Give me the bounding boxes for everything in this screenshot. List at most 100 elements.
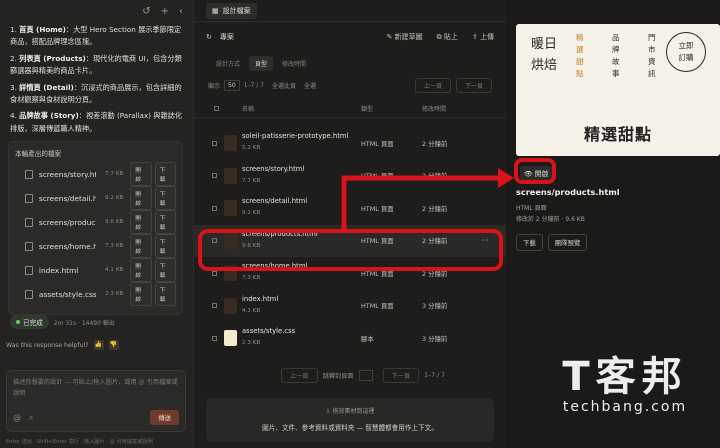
file-thumbnail-icon [224, 167, 237, 184]
download-file-button[interactable]: 下載 [154, 186, 177, 211]
file-name: index.html [38, 265, 79, 275]
thumbs-up-icon[interactable]: 👍 [93, 340, 104, 350]
page-size-select[interactable]: 50 [224, 79, 240, 91]
project-label: 專案 [219, 33, 234, 41]
row-checkbox[interactable] [212, 303, 217, 308]
file-size: 7.7 KB [105, 171, 124, 178]
new-sketch-button[interactable]: ✎ 新建草圖 [387, 32, 423, 42]
select-page-link[interactable]: 全選此頁 [272, 81, 296, 90]
page-jump-input[interactable] [358, 370, 373, 381]
table-row[interactable]: soleil-patisserie-prototype.html 5.2 KB HT… [194, 127, 506, 159]
open-file-button[interactable]: 開啟 [130, 186, 152, 211]
file-time: 2 分鐘前 [422, 172, 448, 180]
upload-button[interactable]: ⇪ 上傳 [472, 32, 494, 42]
tab-design-files[interactable]: ▦ 設計檔案 [206, 2, 257, 19]
preview-headline: 精選甜點 [583, 125, 652, 144]
prev-page-button[interactable]: 上一頁 [414, 77, 451, 93]
list-item: 2. 列表頁 (Products)：現代化的電商 UI，包含分類篩選器與精美的商… [10, 53, 182, 76]
team-preview-button[interactable]: 團隊預覽 [547, 234, 588, 251]
select-all-link[interactable]: 全選 [304, 81, 316, 90]
row-checkbox[interactable] [212, 140, 217, 146]
preview-nav-products: 精選甜點 [576, 33, 584, 78]
filter-chip[interactable]: 修改時間 [276, 56, 312, 71]
download-file-button[interactable]: 下載 [154, 282, 177, 307]
composer-tools: @ ⌕ [13, 413, 33, 423]
composer-input[interactable]: 描述你想要的設計 — 可貼上/拖入圖片，或用 @ 引用檔案或說明 [13, 377, 179, 399]
row-checkbox[interactable] [212, 205, 217, 211]
status-badge: 已完成 [10, 315, 49, 329]
preview-nav-store: 門市資訊 [648, 33, 656, 78]
tab-bar: ▦ 設計檔案 [194, 0, 506, 22]
paste-button[interactable]: ⧉ 貼上 [437, 32, 458, 42]
file-type: 腳本 [361, 334, 374, 343]
open-file-button[interactable]: 開啟 [130, 162, 152, 187]
row-checkbox[interactable] [212, 270, 217, 276]
file-size: 4.1 KB [105, 267, 124, 274]
table-header: 名稱 類型 修改時間 [194, 100, 506, 118]
composer[interactable]: 描述你想要的設計 — 可貼上/拖入圖片，或用 @ 引用檔案或說明 @ ⌕ 傳送 [6, 370, 186, 432]
next-page-button[interactable]: 下一頁 [382, 368, 420, 383]
refresh-icon[interactable]: ↻ [206, 33, 212, 41]
file-type: HTML 頁面 [361, 172, 394, 180]
preview-brand: 暖日烘焙 [531, 37, 558, 73]
download-button[interactable]: 下載 [516, 234, 543, 251]
files-panel: ▦ 設計檔案 ↻ 專案 ✎ 新建草圖 ⧉ 貼上 ⇪ 上傳 設計方式 頁型 修改時… [194, 0, 506, 448]
file-size: 5.2 KB [242, 145, 261, 151]
at-icon[interactable]: @ [13, 413, 21, 423]
file-type: HTML 頁面 [361, 302, 394, 310]
attach-icon[interactable]: ⌕ [29, 413, 33, 423]
file-name[interactable]: soleil-patisserie-prototype.html [242, 132, 348, 140]
page-preview[interactable]: 暖日烘焙 精選甜點 品牌故事 門市資訊 立即訂購 精選甜點 [516, 24, 720, 156]
list-item: 3. 詳情頁 (Detail)：沉浸式的商品展示，包含詳細的食材觀察與食材說明分… [10, 82, 182, 105]
composer-hint: Enter 送出 · Shift+Enter 換行 · 拖入圖片 · @ 引用檔… [6, 439, 153, 445]
file-list-item: index.html 4.1 KB 開啟 下載 [15, 258, 177, 283]
preview-order-button: 立即訂購 [666, 32, 706, 72]
highlight-box-open [514, 158, 556, 184]
collapse-icon[interactable]: ‹ [179, 6, 183, 17]
file-name: screens/story.html [38, 169, 96, 179]
download-file-button[interactable]: 下載 [154, 234, 177, 259]
preview-nav-story: 品牌故事 [612, 33, 620, 78]
file-thumbnail-icon [224, 200, 237, 216]
file-name[interactable]: screens/detail.html [242, 197, 307, 205]
file-name[interactable]: screens/story.html [242, 165, 304, 173]
table-row[interactable]: screens/story.html 7.7 KB HTML 頁面 2 分鐘前 [194, 160, 506, 192]
file-list-item: screens/story.html 7.7 KB 開啟下載 [15, 162, 177, 187]
status-row: 已完成 2m 31s · 14490 輸出 [10, 315, 115, 329]
preview-file-meta: 修改於 2 分鐘前 · 9.6 KB [516, 216, 585, 223]
select-all-checkbox[interactable] [214, 106, 219, 111]
feedback-label: Was this response helpful? [6, 341, 89, 349]
file-name[interactable]: index.html [242, 295, 278, 303]
files-title: 本輪產出的檔案 [15, 150, 62, 159]
filter-chip[interactable]: 設計方式 [210, 56, 246, 71]
file-thumbnail-icon [224, 330, 237, 346]
filter-chip[interactable]: 頁型 [249, 56, 274, 71]
open-file-button[interactable]: 開啟 [130, 258, 152, 283]
file-icon [25, 193, 33, 203]
drop-zone[interactable]: ⇩ 拖放素材到這裡 圖片、文件、參考資料或資料夾 — 智慧體都會用作上下文。 [206, 398, 494, 442]
open-file-button[interactable]: 開啟 [130, 210, 152, 235]
open-file-button[interactable]: 開啟 [130, 234, 152, 259]
download-file-button[interactable]: 下載 [154, 210, 177, 235]
preview-file-name: screens/products.html [516, 187, 620, 197]
row-checkbox[interactable] [212, 173, 217, 178]
open-file-button[interactable]: 開啟 [130, 282, 152, 307]
thumbs-down-icon[interactable]: 👎 [108, 340, 119, 350]
plus-icon[interactable]: + [161, 6, 169, 17]
file-icon [25, 217, 33, 227]
download-file-button[interactable]: 下載 [154, 258, 177, 283]
watermark-logo: T客邦 techbang.com [562, 354, 688, 415]
table-row[interactable]: screens/detail.html 9.2 KB HTML 頁面 2 分鐘前 [194, 192, 506, 224]
row-checkbox[interactable] [212, 335, 217, 341]
history-icon[interactable]: ↺ [142, 6, 150, 17]
table-row[interactable]: assets/style.css 2.3 KB 腳本 3 分鐘前 [194, 322, 506, 354]
download-file-button[interactable]: 下載 [154, 162, 177, 187]
table-row[interactable]: index.html 4.1 KB HTML 頁面 3 分鐘前 [194, 290, 506, 322]
send-button[interactable]: 傳送 [150, 410, 179, 425]
bottom-pager: 上一頁 跳轉到頁面 下一頁 1–7 / 7 [276, 368, 445, 383]
prev-page-button[interactable]: 上一頁 [281, 368, 318, 383]
chat-header: ↺ + ‹ [0, 0, 193, 22]
next-page-button[interactable]: 下一頁 [455, 77, 492, 93]
file-name[interactable]: assets/style.css [242, 327, 295, 335]
file-size: 2.3 KB [105, 291, 124, 298]
